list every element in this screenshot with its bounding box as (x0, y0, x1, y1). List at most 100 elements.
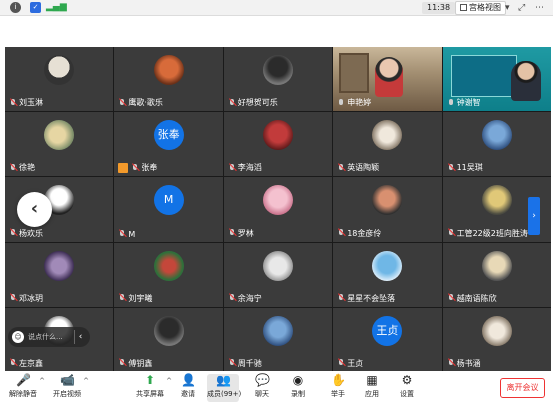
avatar (481, 250, 512, 281)
participant-name-label: 鹰歌·歌乐 (128, 98, 163, 108)
view-mode-label: 宫格视图 (469, 3, 501, 12)
info-icon[interactable]: i (10, 2, 21, 13)
participant-tile[interactable]: 刘玉淋 (5, 47, 114, 112)
participant-tile[interactable]: 申艳婷 (333, 47, 442, 112)
grid-view-icon (460, 4, 467, 11)
hand-icon: ✋ (331, 373, 346, 387)
participant-name-label: 余海宁 (237, 293, 262, 303)
chat-collapse-icon[interactable]: ‹ (74, 330, 86, 344)
participant-tile[interactable]: 英语陶颖 (333, 112, 442, 177)
participant-tile[interactable]: 18金彦伶 (333, 177, 442, 242)
signal-icon[interactable]: ▂▄▆ (46, 2, 67, 13)
fullscreen-icon[interactable]: ⤢ (518, 2, 525, 14)
unmute-label: 解除静音 (9, 390, 37, 398)
chat-button[interactable]: 💬 聊天 (252, 374, 272, 402)
members-button[interactable]: 👥 成员(99+) (207, 373, 241, 402)
participant-tile[interactable]: 鹰歌·歌乐 (114, 47, 223, 112)
chat-label: 聊天 (255, 390, 269, 398)
participant-tile[interactable]: 徐艳 (5, 112, 114, 177)
raise-hand-button[interactable]: ✋ 举手 (328, 374, 348, 402)
participant-name: 钟谢智 (447, 97, 481, 108)
chevron-up-icon[interactable]: ^ (39, 377, 45, 385)
participant-tile[interactable]: 周千驰 (223, 307, 333, 372)
leave-meeting-button[interactable]: 离开会议 (500, 378, 545, 398)
participant-tile[interactable]: 张奉 张奉 (114, 112, 223, 177)
invite-button[interactable]: 👤 邀请 (178, 374, 198, 402)
participant-name: 左京鑫 (9, 358, 43, 369)
participant-name: 工管22级2班向胜涛 (447, 228, 528, 239)
apps-button[interactable]: ▦ 应用 (362, 374, 382, 402)
participant-tile[interactable]: 好想贺可乐 (223, 47, 333, 112)
previous-page-button[interactable]: ‹ (17, 192, 52, 227)
apps-label: 应用 (365, 390, 379, 398)
chevron-up-icon[interactable]: ^ (166, 377, 172, 385)
participant-tile[interactable]: 罗林 (223, 177, 333, 242)
muted-mic-icon (337, 294, 345, 302)
muted-mic-icon (9, 229, 17, 237)
invite-icon: 👤 (181, 373, 196, 387)
start-video-button[interactable]: 📹 开启视频 ^ (52, 374, 89, 402)
quick-chat-input[interactable]: ☺ 说点什么... ‹ (8, 327, 90, 347)
avatar (481, 185, 512, 216)
participant-name: 18金彦伶 (337, 228, 381, 239)
muted-mic-icon (9, 359, 17, 367)
participant-name-label: 徐艳 (19, 163, 35, 173)
participant-tile[interactable]: 王贞 王贞 (333, 307, 442, 372)
muted-mic-icon (118, 294, 126, 302)
participant-grid: 刘玉淋鹰歌·歌乐 好想贺可乐 申艳婷 钟谢智徐艳 张奉 张奉 李海滔 英语陶颖 11吴琪杨欢乐 M… (5, 47, 551, 372)
participant-name: 申艳婷 (337, 97, 371, 108)
shared-slide (450, 55, 517, 97)
participant-name-label: 刘宇曦 (128, 293, 153, 303)
muted-mic-icon (228, 229, 236, 237)
participant-tile[interactable]: 余海宁 (223, 242, 333, 307)
participant-tile[interactable]: 11吴琪 (442, 112, 551, 177)
settings-label: 设置 (400, 390, 414, 398)
participant-tile[interactable]: 钟谢智 (442, 47, 551, 112)
participant-name: 越南语陈欣 (447, 293, 497, 304)
next-page-button[interactable]: › (528, 197, 540, 235)
participant-name: 罗林 (228, 228, 254, 239)
participant-name-label: 杨书涵 (456, 358, 481, 368)
participant-tile[interactable]: 越南语陈欣 (442, 242, 551, 307)
participant-name-label: 越南语陈欣 (456, 293, 497, 303)
shield-icon[interactable]: ✓ (30, 2, 41, 13)
avatar (44, 55, 75, 85)
participant-name-label: 星星不会坠落 (347, 293, 396, 303)
participant-tile[interactable]: MM (114, 177, 223, 242)
participant-tile[interactable]: 邓冰玥 (5, 242, 114, 307)
avatar (44, 120, 75, 151)
participant-name: 徐艳 (9, 162, 35, 173)
participant-tile[interactable]: 李海滔 (223, 112, 333, 177)
meeting-stage: 刘玉淋鹰歌·歌乐 好想贺可乐 申艳婷 钟谢智徐艳 张奉 张奉 李海滔 英语陶颖 11吴琪杨欢乐 M… (0, 16, 553, 372)
raise-hand-label: 举手 (331, 390, 345, 398)
participant-name: 11吴琪 (447, 162, 483, 173)
view-mode-button[interactable]: 宫格视图 (455, 1, 506, 15)
chevron-up-icon[interactable]: ^ (83, 377, 89, 385)
avatar: 王贞 (372, 315, 403, 346)
settings-button[interactable]: ⚙ 设置 (397, 374, 417, 402)
participant-tile[interactable]: 星星不会坠落 (333, 242, 442, 307)
muted-mic-icon (447, 163, 455, 172)
participant-name: 杨书涵 (447, 358, 481, 369)
more-icon[interactable]: ⋯ (535, 2, 544, 14)
participant-tile[interactable]: 杨书涵 (442, 307, 551, 372)
participant-tile[interactable]: 刘宇曦 (114, 242, 223, 307)
muted-mic-icon: 🎤 (16, 373, 31, 387)
avatar (262, 250, 293, 281)
participant-name: 杨欢乐 (9, 228, 43, 239)
unmute-button[interactable]: 🎤 解除静音 ^ (8, 373, 45, 402)
participant-tile[interactable]: 傅钥鑫 (114, 307, 223, 372)
participant-name-label: 傅钥鑫 (128, 358, 153, 368)
chevron-down-icon[interactable]: ▾ (505, 2, 510, 14)
participant-name-label: 11吴琪 (456, 163, 483, 173)
participant-video (375, 57, 404, 97)
members-icon: 👥 (216, 373, 231, 387)
share-screen-button[interactable]: ⬆ 共享屏幕 ^ (135, 374, 172, 402)
record-icon: ◉ (292, 373, 304, 387)
participant-name-label: 杨欢乐 (19, 228, 43, 238)
participant-name: 傅钥鑫 (118, 358, 152, 369)
record-button[interactable]: ◉ 录制 (288, 374, 308, 402)
muted-mic-icon (447, 294, 455, 302)
participant-name-label: 钟谢智 (456, 98, 481, 108)
avatar (262, 315, 293, 346)
